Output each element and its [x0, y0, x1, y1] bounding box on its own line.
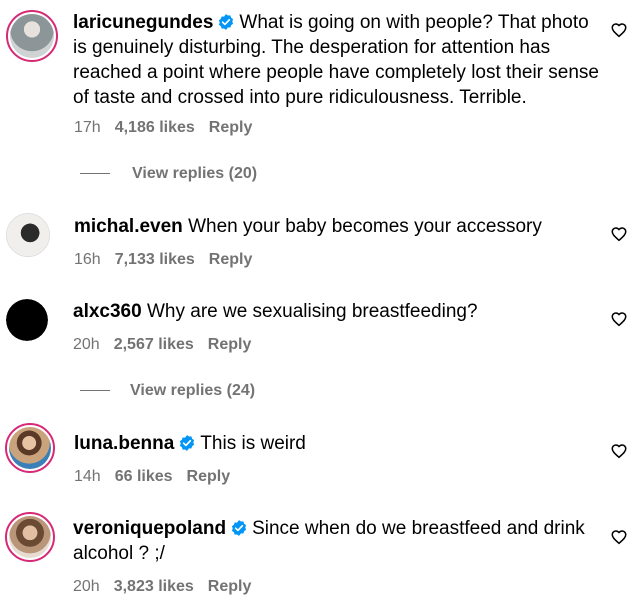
view-replies-divider — [80, 390, 110, 391]
view-replies-button[interactable]: View replies (20) — [132, 164, 257, 184]
avatar[interactable] — [6, 10, 58, 62]
comment-meta: 14h 66 likes Reply — [74, 467, 244, 487]
heart-icon[interactable] — [610, 310, 628, 328]
reply-button[interactable]: Reply — [209, 119, 253, 136]
comment-meta: 20h 3,823 likes Reply — [73, 577, 265, 597]
verified-badge-icon — [180, 435, 195, 451]
comment-item: veroniquepoland Since when do we breastfe… — [0, 505, 640, 604]
comment-body: michal.even When your baby becomes your … — [74, 214, 604, 239]
reply-button[interactable]: Reply — [187, 468, 231, 485]
comment-username[interactable]: luna.benna — [74, 433, 174, 454]
avatar-image — [7, 214, 49, 256]
comment-text: Why are we sexualising breastfeeding? — [146, 301, 478, 322]
comment-username[interactable]: laricunegundes — [73, 12, 213, 33]
comment-likes[interactable]: 7,133 likes — [115, 251, 195, 268]
heart-icon[interactable] — [610, 21, 628, 39]
comment-item: michal.even When your baby becomes your … — [0, 205, 640, 285]
comment-username[interactable]: veroniquepoland — [73, 518, 226, 539]
comment-item: luna.benna This is weird 14h 66 likes Reply — [0, 420, 640, 500]
comment-body: luna.benna This is weird — [74, 431, 604, 456]
comment-time: 14h — [74, 468, 101, 485]
heart-icon[interactable] — [610, 225, 628, 243]
comment-username[interactable]: michal.even — [74, 216, 183, 237]
verified-badge-icon — [232, 520, 247, 536]
comment-meta: 20h 2,567 likes Reply — [73, 335, 265, 355]
view-replies-divider — [80, 173, 110, 174]
verified-badge-icon — [219, 14, 234, 30]
avatar-image — [9, 427, 51, 469]
view-replies-button[interactable]: View replies (24) — [130, 381, 255, 401]
avatar[interactable] — [5, 512, 55, 562]
heart-icon[interactable] — [610, 528, 628, 546]
avatar[interactable] — [5, 423, 55, 473]
avatar-image — [9, 516, 51, 558]
comment-item: alxc360 Why are we sexualising breastfee… — [0, 290, 640, 410]
reply-button[interactable]: Reply — [208, 578, 252, 595]
reply-button[interactable]: Reply — [209, 251, 253, 268]
comment-body: alxc360 Why are we sexualising breastfee… — [73, 299, 603, 324]
avatar[interactable] — [6, 299, 48, 341]
comment-time: 17h — [74, 119, 101, 136]
comment-text: When your baby becomes your accessory — [188, 216, 542, 237]
reply-button[interactable]: Reply — [208, 336, 252, 353]
comment-likes[interactable]: 2,567 likes — [114, 336, 194, 353]
comment-body: laricunegundes What is going on with peop… — [73, 10, 603, 110]
avatar-image — [10, 14, 54, 58]
comment-time: 20h — [73, 336, 100, 353]
comment-username[interactable]: alxc360 — [73, 301, 142, 322]
comment-likes[interactable]: 3,823 likes — [114, 578, 194, 595]
comment-likes[interactable]: 4,186 likes — [115, 119, 195, 136]
comment-meta: 17h 4,186 likes Reply — [74, 118, 266, 138]
avatar-image — [6, 299, 48, 341]
comment-time: 16h — [74, 251, 101, 268]
comment-body: veroniquepoland Since when do we breastfe… — [73, 516, 603, 566]
comment-likes[interactable]: 66 likes — [115, 468, 173, 485]
heart-icon[interactable] — [610, 442, 628, 460]
avatar[interactable] — [6, 213, 50, 257]
comment-text: This is weird — [200, 433, 306, 454]
comment-item: laricunegundes What is going on with peop… — [0, 0, 640, 190]
comment-meta: 16h 7,133 likes Reply — [74, 250, 266, 270]
comment-time: 20h — [73, 578, 100, 595]
